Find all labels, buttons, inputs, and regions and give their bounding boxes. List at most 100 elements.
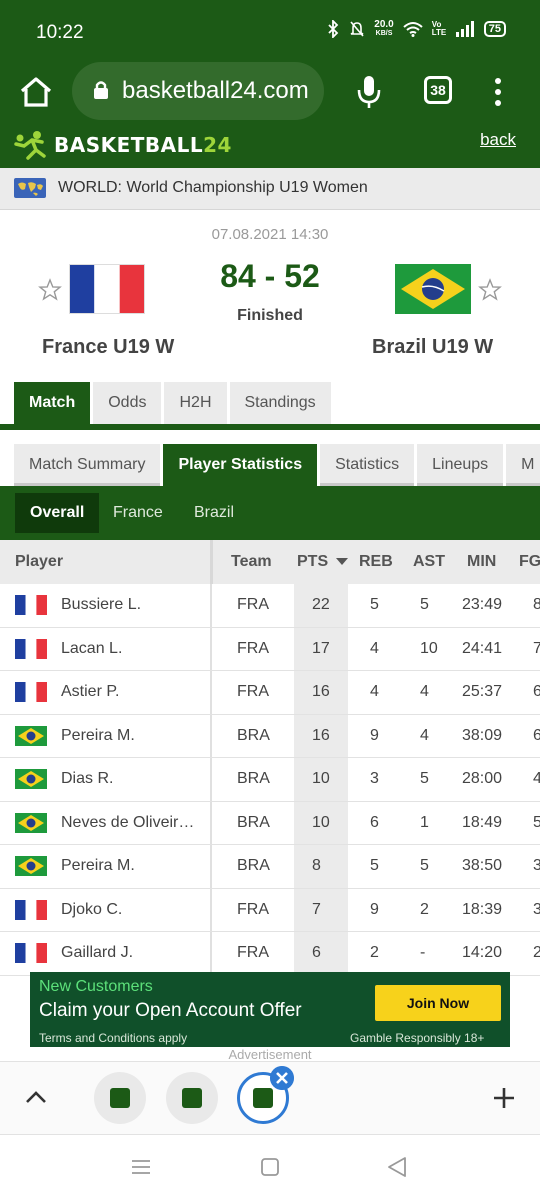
site-header: BASKETBALL24 back [0,128,540,168]
filter-overall[interactable]: Overall [15,493,100,533]
player-name[interactable]: Neves de Oliveir… [61,814,201,832]
cell-min: 18:39 [462,900,503,918]
tab-player-statistics[interactable]: Player Statistics [163,444,318,486]
tab-more[interactable]: M [506,444,540,486]
cell-team: BRA [237,857,270,874]
cell-fg: 6 [533,726,540,744]
cell-team: FRA [237,596,269,613]
ad-headline: New Customers [39,978,153,995]
table-body: Bussiere L. FRA 22 5 5 23:49 8 Lacan L. FRA 17 4 10… [0,584,540,976]
status-icons: 20.0 KB/S Vo LTE 75 [326,20,506,38]
filter-france[interactable]: France [98,493,178,533]
url-text[interactable]: basketball24.com [122,77,318,105]
col-reb[interactable]: REB [359,553,393,571]
cell-min: 14:20 [462,944,503,961]
col-min[interactable]: MIN [467,553,496,571]
tab-switcher-bar [0,1061,540,1135]
player-name[interactable]: Astier P. [61,683,201,701]
cell-reb: 3 [370,770,379,787]
competition-bar[interactable]: WORLD: World Championship U19 Women [0,168,540,210]
back-nav-icon[interactable] [386,1156,408,1178]
france-flag-icon [15,899,47,920]
favorite-away-star-icon[interactable] [478,278,502,302]
tab-statistics[interactable]: Statistics [320,444,415,486]
col-team[interactable]: Team [231,553,272,571]
cell-reb: 9 [370,900,379,918]
france-flag-icon [15,595,47,615]
basketball-player-logo-icon [14,131,46,160]
site-logo[interactable]: BASKETBALL24 [12,128,232,162]
player-name[interactable]: Djoko C. [61,901,201,919]
tab-match[interactable]: Match [14,382,91,424]
brazil-flag-icon [15,812,47,833]
ad-join-button[interactable]: Join Now [375,985,501,1021]
open-tab-1[interactable] [94,1072,146,1124]
brazil-flag-icon[interactable] [395,264,471,314]
cell-ast: 5 [420,770,429,787]
cell-reb: 4 [370,639,379,657]
player-name[interactable]: Pereira M. [61,727,201,745]
cell-min: 24:41 [462,639,503,657]
basketball24-favicon-icon [182,1088,202,1108]
recent-apps-icon[interactable] [130,1156,152,1178]
competition-name: WORLD: World Championship U19 Women [58,179,368,196]
col-pts[interactable]: PTS [297,553,348,571]
brazil-flag-icon [15,856,47,876]
cell-ast: 10 [420,639,438,657]
browser-toolbar: basketball24.com 38 [0,62,540,128]
cell-fg: 5 [533,813,540,831]
brazil-flag-icon [15,769,47,789]
cell-reb: 4 [370,683,379,700]
cell-fg: 7 [533,639,540,657]
away-team-name[interactable]: Brazil U19 W [372,336,493,359]
cell-fg: 3 [533,900,540,918]
ad-responsible: Gamble Responsibly 18+ [350,1031,485,1045]
home-icon[interactable] [18,74,54,110]
open-tab-2[interactable] [166,1072,218,1124]
match-date: 07.08.2021 14:30 [211,226,329,243]
microphone-icon[interactable] [356,74,382,110]
filter-brazil[interactable]: Brazil [179,493,249,533]
col-ast[interactable]: AST [413,553,445,571]
tab-lineups[interactable]: Lineups [417,444,504,486]
table-row[interactable]: Astier P. FRA 16 4 4 25:37 6 [0,671,540,715]
advertisement-banner[interactable]: New Customers Claim your Open Account Of… [30,972,510,1047]
tab-h2h[interactable]: H2H [164,382,227,424]
tab-match-summary[interactable]: Match Summary [14,444,161,486]
table-row[interactable]: Bussiere L. FRA 22 5 5 23:49 8 [0,584,540,628]
player-name[interactable]: Dias R. [61,770,201,788]
player-name[interactable]: Bussiere L. [61,596,201,614]
col-fg[interactable]: FG [519,553,540,571]
table-row[interactable]: Neves de Oliveir… BRA 10 6 1 18:49 5 [0,801,540,845]
volte-indicator: Vo LTE [431,20,447,37]
table-row[interactable]: Gaillard J. FRA 6 2 - 14:20 2 [0,932,540,976]
home-team-name[interactable]: France U19 W [42,336,174,359]
player-name[interactable]: Pereira M. [61,857,201,875]
cell-pts: 16 [312,683,330,700]
table-row[interactable]: Dias R. BRA 10 3 5 28:00 4 [0,758,540,802]
cell-pts: 6 [312,944,321,961]
new-tab-plus-icon[interactable] [492,1086,516,1110]
table-header: Player Team PTS REB AST MIN FG [0,540,540,584]
player-stats-table: Player Team PTS REB AST MIN FG Bussiere … [0,540,540,976]
player-name[interactable]: Gaillard J. [61,944,201,962]
chevron-up-icon[interactable] [24,1088,48,1106]
table-row[interactable]: Lacan L. FRA 17 4 10 24:41 7 [0,627,540,671]
tab-odds[interactable]: Odds [93,382,162,424]
back-link[interactable]: back [480,130,516,150]
col-player[interactable]: Player [15,553,63,571]
cell-pts: 10 [312,813,330,831]
home-nav-icon[interactable] [259,1156,281,1178]
player-name[interactable]: Lacan L. [61,640,201,658]
close-tab-icon[interactable] [270,1066,294,1090]
network-speed: 20.0 KB/S [374,19,394,38]
cell-ast: 4 [420,726,429,744]
table-row[interactable]: Pereira M. BRA 8 5 5 38:50 3 [0,845,540,889]
tab-count-button[interactable]: 38 [424,76,452,104]
table-row[interactable]: Djoko C. FRA 7 9 2 18:39 3 [0,888,540,932]
team-filter-bar: Overall France Brazil [0,486,540,540]
address-bar[interactable]: basketball24.com [72,62,324,120]
table-row[interactable]: Pereira M. BRA 16 9 4 38:09 6 [0,714,540,758]
tab-standings[interactable]: Standings [229,382,331,424]
more-options-icon[interactable] [488,74,508,110]
